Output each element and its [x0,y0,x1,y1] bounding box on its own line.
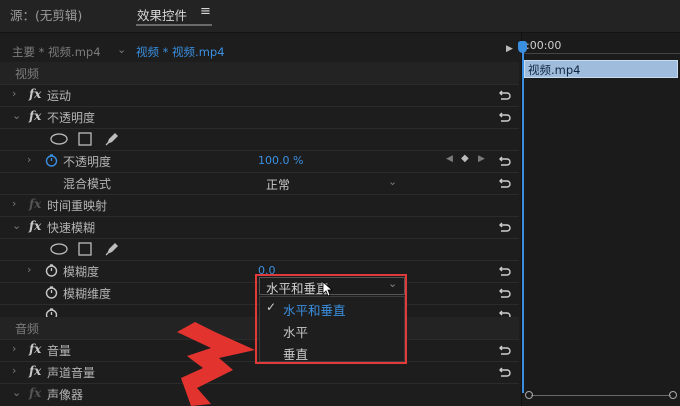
prev-keyframe-icon[interactable]: ◀ [446,154,453,164]
effect-name: 声道音量 [47,366,96,380]
zoom-handle-right[interactable] [669,391,677,399]
effect-name: 运动 [47,89,72,103]
chevron-down-icon: ⌄ [388,175,398,188]
param-label: 模糊维度 [63,287,112,301]
checkmark-icon: ✓ [266,300,277,314]
effect-name: 不透明度 [47,111,96,125]
effect-name: 音量 [47,344,72,358]
ellipse-mask-icon[interactable] [50,133,68,145]
fx-icon[interactable]: fx [29,197,41,211]
clip-header: 主要 * 视频.mp4 ⌄ 视频 * 视频.mp4 ▶ [0,40,519,62]
effect-row-opacity[interactable]: ⌄ fx 不透明度 [0,106,519,129]
playhead-handle[interactable] [518,41,527,53]
menu-option-horizontal-vertical[interactable]: ✓ 水平和垂直 [260,297,404,319]
tab-effect-controls[interactable]: 效果控件 [137,5,187,24]
menu-option-vertical[interactable]: 垂直 [260,341,404,363]
chevron-right-icon[interactable]: › [12,342,16,355]
ellipse-mask-icon[interactable] [50,243,68,255]
mouse-cursor-icon [322,281,334,297]
panel-tab-bar: 源：(无剪辑) 效果控件 ≡ [0,0,680,33]
zoom-handle-left[interactable] [525,391,533,399]
reset-icon[interactable] [498,110,512,124]
timecode-label: :00:00 [526,39,562,52]
reset-icon[interactable] [498,365,512,379]
effect-row-fast-blur[interactable]: ⌄ fx 快速模糊 [0,216,519,239]
pen-mask-icon[interactable] [104,241,120,257]
blend-mode-value: 正常 [266,178,291,192]
time-ruler[interactable] [522,53,680,59]
chevron-down-icon[interactable]: ⌄ [12,219,21,232]
panel-menu-icon[interactable]: ≡ [200,4,211,19]
fx-icon[interactable]: fx [29,219,41,233]
reset-icon[interactable] [498,220,512,234]
effect-timeline: :00:00 视频.mp4 [518,33,680,406]
fx-icon[interactable]: fx [29,364,41,378]
stopwatch-icon[interactable] [45,264,58,277]
blur-dimensions-value: 水平和垂直 [266,281,329,296]
opacity-value[interactable]: 100.0 % [258,154,303,167]
reset-icon[interactable] [498,343,512,357]
chevron-right-icon[interactable]: › [27,263,31,276]
param-row-blend-mode: 混合模式 正常 ⌄ [0,172,519,195]
mask-tools-row [0,128,519,151]
effect-name: 快速模糊 [47,221,96,235]
active-tab-indicator [136,24,212,26]
chevron-right-icon[interactable]: › [12,87,16,100]
chevron-right-icon[interactable]: › [27,153,31,166]
reset-icon[interactable] [498,264,512,278]
blend-mode-dropdown[interactable]: 正常 ⌄ [259,174,403,194]
effect-row-motion[interactable]: › fx 运动 [0,84,519,107]
active-clip-label[interactable]: 视频 * 视频.mp4 [136,44,225,60]
fx-icon[interactable]: fx [29,342,41,356]
effect-row-time-remap[interactable]: › fx 时间重映射 [0,194,519,217]
chevron-down-icon: ⌄ [388,277,398,290]
blur-dimensions-menu: ✓ 水平和垂直 水平 垂直 [259,296,405,362]
reset-icon[interactable] [498,154,512,168]
stopwatch-icon[interactable] [45,154,58,167]
chevron-right-icon[interactable]: › [12,197,16,210]
rectangle-mask-icon[interactable] [78,132,92,146]
rectangle-mask-icon[interactable] [78,242,92,256]
reset-icon[interactable] [498,88,512,102]
chevron-down-icon[interactable]: ⌄ [12,386,21,399]
tab-source[interactable]: 源：(无剪辑) [10,5,82,24]
reset-icon[interactable] [498,176,512,190]
play-triangle-icon[interactable]: ▶ [506,44,513,54]
chevron-down-icon[interactable]: ⌄ [117,43,126,56]
reset-icon[interactable] [498,286,512,300]
param-label: 模糊度 [63,265,100,279]
master-clip-label[interactable]: 主要 * 视频.mp4 [12,44,101,60]
add-keyframe-icon[interactable]: ◆ [461,153,469,164]
next-keyframe-icon[interactable]: ▶ [478,154,485,164]
video-section-header: 视频 [0,62,519,85]
mask-tools-row [0,238,519,261]
fx-icon[interactable]: fx [29,109,41,123]
fx-icon[interactable]: fx [29,386,41,400]
param-label: 混合模式 [63,177,112,191]
param-label: 不透明度 [63,155,112,169]
effect-name: 声像器 [47,388,84,402]
stopwatch-icon[interactable] [45,286,58,299]
chevron-down-icon[interactable]: ⌄ [12,109,21,122]
effect-name: 时间重映射 [47,199,108,213]
timeline-zoom-scrollbar[interactable] [523,391,680,401]
fx-icon[interactable]: fx [29,87,41,101]
video-section-label: 视频 [15,67,40,81]
audio-section-label: 音频 [15,322,40,336]
pen-mask-icon[interactable] [104,131,120,147]
effect-row-panner[interactable]: ⌄ fx 声像器 [0,383,519,405]
effect-row-channel-volume[interactable]: › fx 声道音量 [0,361,519,384]
clip-bar[interactable]: 视频.mp4 [524,60,678,78]
red-arrow-annotation [177,322,255,406]
playhead[interactable] [522,43,524,393]
menu-option-horizontal[interactable]: 水平 [260,319,404,341]
clip-name: 视频.mp4 [528,63,581,77]
chevron-right-icon[interactable]: › [12,364,16,377]
param-row-opacity: › 不透明度 100.0 % ◀ ◆ ▶ [0,150,519,173]
